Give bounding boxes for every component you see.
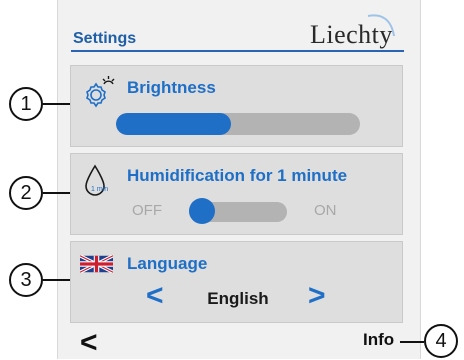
brand-logo-arc xyxy=(367,14,395,37)
brightness-panel: Brightness xyxy=(70,65,403,147)
toggle-on-label: ON xyxy=(314,202,337,219)
language-panel: Language < English > xyxy=(70,241,403,323)
header-divider xyxy=(71,50,404,52)
language-prev-button[interactable]: < xyxy=(146,279,164,313)
gear-sun-icon xyxy=(86,76,115,108)
callout-4-leader xyxy=(400,341,424,343)
device-screen: Settings Liechty Brightness 1 min Humidi… xyxy=(57,0,421,359)
callout-1-leader xyxy=(43,103,70,105)
brightness-slider[interactable] xyxy=(116,113,360,135)
callout-4: 4 xyxy=(424,324,458,358)
droplet-1min-text: 1 min xyxy=(91,186,108,193)
droplet-1min-icon: 1 min xyxy=(85,164,108,196)
back-button[interactable]: < xyxy=(80,326,98,360)
brightness-label: Brightness xyxy=(127,78,216,97)
humidification-label: Humidification for 1 minute xyxy=(127,166,348,185)
language-value: English xyxy=(207,289,269,308)
callout-2-leader xyxy=(43,192,70,194)
humidification-panel: 1 min Humidification for 1 minute OFF ON xyxy=(70,153,403,235)
toggle-off-label: OFF xyxy=(132,202,162,219)
callout-3: 3 xyxy=(9,263,43,297)
callout-2: 2 xyxy=(9,176,43,210)
uk-flag-icon xyxy=(80,255,113,273)
info-button[interactable]: Info xyxy=(363,330,394,350)
brightness-slider-fill xyxy=(116,113,231,135)
page-title: Settings xyxy=(73,30,137,47)
toggle-knob[interactable] xyxy=(189,198,215,224)
callout-3-leader xyxy=(43,279,70,281)
language-next-button[interactable]: > xyxy=(308,279,326,313)
callout-1: 1 xyxy=(9,87,43,121)
language-label: Language xyxy=(127,254,208,273)
